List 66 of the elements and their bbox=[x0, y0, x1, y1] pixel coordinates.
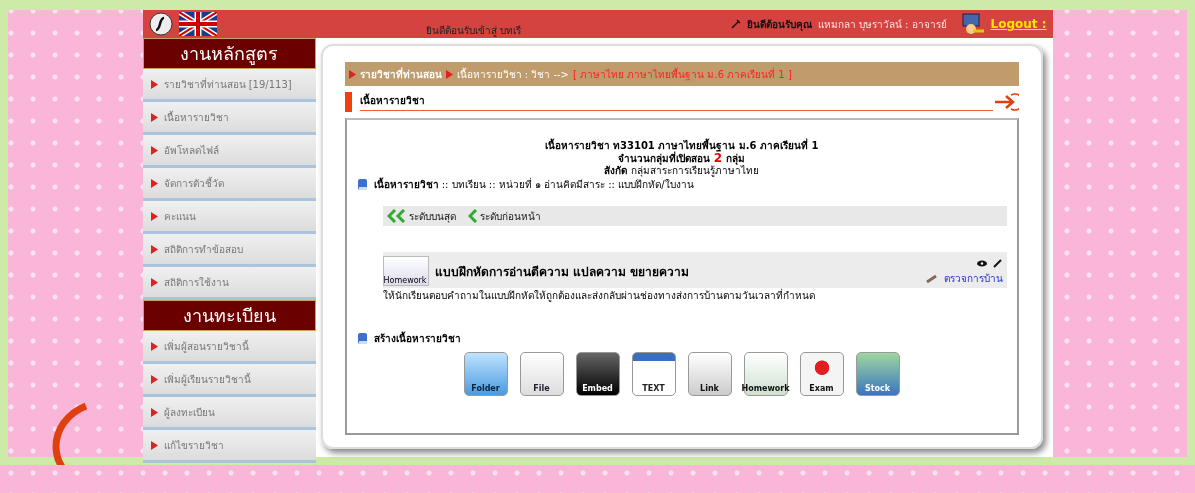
book-icon bbox=[356, 178, 368, 191]
check-pen-icon bbox=[925, 273, 938, 284]
text-tool-button[interactable]: TEXT bbox=[631, 352, 676, 396]
user-name: แหมกลา บุษราวัลน์ : อาจารย์ bbox=[817, 17, 947, 32]
file-tool-button[interactable]: File bbox=[519, 352, 564, 396]
arrow-bullet-icon bbox=[150, 277, 158, 287]
affiliation-text: สังกัด กลุ่มสาระการเรียนรู้ภาษาไทย bbox=[603, 165, 760, 177]
sidebar-item[interactable]: อัพโหลดไฟล์ bbox=[142, 135, 316, 168]
arrow-bullet-icon bbox=[445, 69, 453, 79]
arrow-bullet-icon bbox=[150, 341, 158, 351]
sidebar-item[interactable]: ผู้ลงทะเบียน bbox=[142, 397, 316, 430]
user-key-icon bbox=[960, 13, 985, 35]
sidebar-section-title: งานหลักสูตร bbox=[142, 38, 316, 69]
arrow-bullet-icon bbox=[150, 145, 158, 155]
check-homework-link[interactable]: ตรวจการบ้าน bbox=[943, 271, 1003, 286]
breadcrumb-link[interactable]: รายวิชาที่ท่านสอน bbox=[359, 66, 442, 82]
sidebar-item[interactable]: สถิติการทำข้อสอบ bbox=[142, 234, 316, 267]
stock-tool-button[interactable]: Stock bbox=[855, 352, 900, 396]
homework-description: ให้นักเรียนตอบคำถามในแบบฝึกหัดให้ถูกต้องและส่งกลับผ่านช่องทางส่งการบ้านตามวันเวลาที่กำหนด bbox=[382, 288, 816, 303]
pen-icon bbox=[730, 19, 741, 29]
folder-tool-button[interactable]: Folder bbox=[463, 352, 508, 396]
edit-icon[interactable] bbox=[992, 258, 1003, 268]
embed-tool-button[interactable]: Embed bbox=[575, 352, 620, 396]
sidebar-item[interactable]: แก้ไขรายวิชา bbox=[142, 430, 316, 463]
arrow-bullet-icon bbox=[150, 178, 158, 188]
arrow-bullet-icon bbox=[150, 79, 158, 89]
sidebar-item[interactable]: รายวิชาที่ท่านสอน [19/113] bbox=[142, 69, 316, 102]
group-count-text: จำนวนกลุ่มที่เปิดสอน 2 กลุ่ม bbox=[617, 152, 746, 165]
homework-title[interactable]: แบบฝึกหัดการอ่านตีความ แปลความ ขยายความ bbox=[434, 261, 689, 281]
welcome-user-label: ยินดีต้อนรับคุณ bbox=[746, 17, 812, 32]
create-content-title: สร้างเนื้อหารายวิชา bbox=[373, 331, 461, 346]
flash-logo-icon bbox=[148, 12, 173, 36]
sidebar-item[interactable]: เนื้อหารายวิชา bbox=[142, 102, 316, 135]
course-title: เนื้อหารายวิชา ท33101 ภาษาไทยพื้นฐาน ม.6 ภาคเรียนที่ 1 bbox=[356, 140, 1007, 152]
nav-link[interactable]: ระดับบนสุด bbox=[386, 208, 456, 224]
eye-icon[interactable] bbox=[976, 259, 987, 267]
homework-tool-button[interactable]: Homework bbox=[743, 352, 788, 396]
sidebar-section-title: งานทะเบียน bbox=[142, 300, 316, 331]
welcome-text: ยินดีต้อนรับเข้าสู่ บทเรี bbox=[424, 23, 523, 38]
arrow-bullet-icon bbox=[150, 211, 158, 221]
double-chevron-icon bbox=[386, 209, 407, 223]
sidebar-item[interactable]: เพิ่มผู้เรียนรายวิชานี้ bbox=[142, 364, 316, 397]
arrow-bullet-icon bbox=[150, 244, 158, 254]
content-path: เนื้อหารายวิชา :: บทเรียน :: หน่วยที่ ๑ อ่านคิดมีสาระ :: แบบฝึกหัด/ใบงาน bbox=[373, 177, 694, 192]
sidebar-item[interactable]: สถิติการใช้งาน bbox=[142, 267, 316, 300]
link-tool-button[interactable]: Link bbox=[687, 352, 732, 396]
arrow-bullet-icon bbox=[150, 112, 158, 122]
book-icon bbox=[356, 332, 368, 345]
uk-flag-icon[interactable] bbox=[178, 12, 217, 36]
chevron-icon bbox=[467, 209, 478, 223]
nav-link[interactable]: ระดับก่อนหน้า bbox=[467, 208, 541, 224]
arrow-bullet-icon bbox=[150, 374, 158, 384]
arrow-bullet-icon bbox=[150, 407, 158, 417]
current-course: [ ภาษาไทย ภาษาไทยพื้นฐาน ม.6 ภาคเรียนที่ 1 ] bbox=[573, 66, 792, 82]
section-title: เนื้อหารายวิชา bbox=[359, 93, 993, 111]
exam-tool-button[interactable]: Exam bbox=[799, 352, 844, 396]
sidebar-item[interactable]: คะแนน bbox=[142, 201, 316, 234]
arrow-right-icon[interactable] bbox=[992, 93, 1019, 111]
sidebar-item[interactable]: จัดการตัวชี้วัด bbox=[142, 168, 316, 201]
sidebar-item[interactable]: เพิ่มผู้สอนรายวิชานี้ bbox=[142, 331, 316, 364]
arrow-bullet-icon bbox=[150, 440, 158, 450]
logout-link[interactable]: Logout : bbox=[990, 17, 1047, 31]
breadcrumb-link[interactable]: เนื้อหารายวิชา : วิชา --> bbox=[456, 66, 569, 82]
arrow-bullet-icon bbox=[348, 69, 356, 79]
homework-icon: Homework bbox=[382, 256, 429, 286]
section-marker bbox=[344, 92, 352, 112]
